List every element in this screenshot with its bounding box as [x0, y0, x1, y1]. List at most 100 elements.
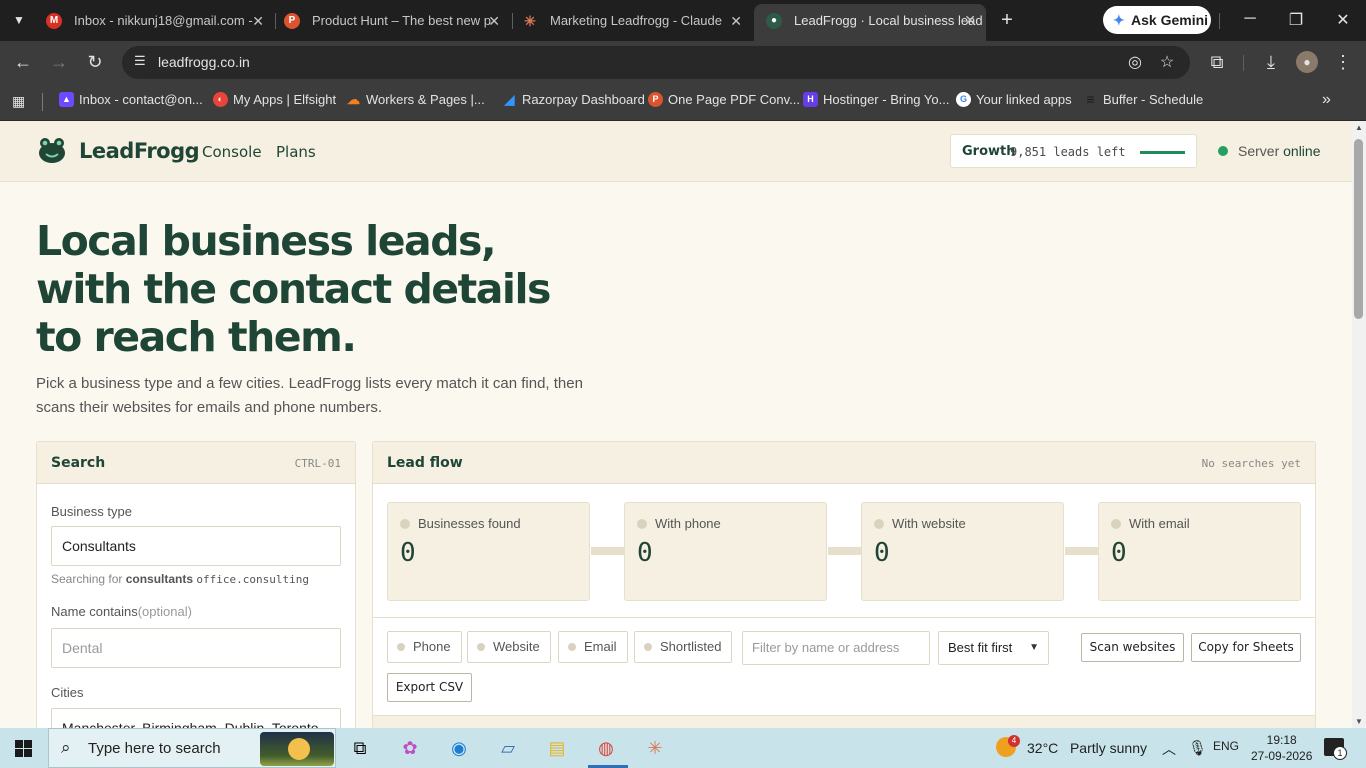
search-panel: Search CTRL-01 Business type Consultants…: [36, 441, 356, 728]
taskbar-search-box[interactable]: ⌕ Type here to search: [48, 728, 336, 768]
close-tab-icon[interactable]: ✕: [252, 6, 264, 36]
filter-chip-shortlisted[interactable]: Shortlisted: [634, 631, 733, 663]
copy-for-sheets-button[interactable]: Copy for Sheets: [1191, 633, 1301, 662]
bookmark-pdf-converter[interactable]: P One Page PDF Conv...: [648, 84, 800, 120]
tab-search-chevron-icon[interactable]: ▼: [8, 10, 30, 30]
results-table-header: [373, 715, 1315, 728]
stat-dot: [637, 519, 647, 529]
microphone-icon[interactable]: 🎙: [1188, 739, 1207, 757]
ask-gemini-button[interactable]: ✦ Ask Gemini: [1103, 6, 1211, 34]
cities-input[interactable]: Manchester, Birmingham, Dublin, Toronto: [51, 708, 341, 728]
proton-mail-icon: ▲: [59, 92, 74, 107]
chip-label: Website: [493, 639, 540, 654]
filter-chip-phone[interactable]: Phone: [387, 631, 462, 663]
browser-toolbar: ← → ↻ ☰ leadfrogg.co.in ◎ ☆ ⧉ ⤓ ● ⋮: [0, 41, 1366, 84]
scroll-thumb[interactable]: [1354, 139, 1363, 319]
url-text[interactable]: leadfrogg.co.in: [158, 46, 250, 79]
tab-product-hunt[interactable]: P Product Hunt – The best new p ✕: [272, 6, 510, 36]
close-tab-icon[interactable]: ✕: [488, 6, 500, 36]
weather-badge: 4: [1008, 735, 1020, 747]
stat-businesses-found: Businesses found 0: [387, 502, 590, 601]
notes-app-icon[interactable]: ▱: [494, 734, 522, 762]
download-icon[interactable]: ⤓: [1260, 51, 1282, 73]
restore-icon[interactable]: ❐: [1286, 10, 1306, 30]
name-contains-input[interactable]: Dental: [51, 628, 341, 668]
razorpay-icon: ◢: [504, 92, 515, 107]
claude-app-icon[interactable]: ✳: [641, 734, 669, 762]
bookmark-star-icon[interactable]: ☆: [1157, 52, 1177, 72]
tab-claude[interactable]: ✳ Marketing Leadfrogg - Claude ✕: [510, 6, 752, 36]
scan-websites-button[interactable]: Scan websites: [1081, 633, 1184, 662]
tab-title: LeadFrogg · Local business lead: [794, 13, 983, 28]
windows-start-icon[interactable]: [15, 740, 32, 757]
tab-title: Inbox - nikkunj18@gmail.com -: [74, 13, 253, 28]
lead-flow-status: No searches yet: [1201, 457, 1301, 470]
tray-chevron-up-icon[interactable]: ︿: [1162, 739, 1176, 759]
close-window-icon[interactable]: ✕: [1333, 10, 1353, 30]
back-icon[interactable]: ←: [12, 51, 34, 73]
bookmark-label: Hostinger - Bring Yo...: [823, 92, 950, 107]
search-highlight-image[interactable]: [260, 732, 334, 766]
leads-progress-bar: [1140, 151, 1185, 154]
plan-usage-box[interactable]: Growth 9,851 leads left: [950, 134, 1197, 168]
stat-label: With website: [892, 516, 966, 531]
tracking-protection-icon[interactable]: ◎: [1125, 52, 1145, 72]
bookmark-label: My Apps | Elfsight: [233, 92, 337, 107]
business-type-input[interactable]: Consultants: [51, 526, 341, 566]
bookmark-proton-inbox[interactable]: ▲ Inbox - contact@on...: [59, 84, 203, 120]
claude-icon: ✳: [524, 13, 536, 29]
nav-console[interactable]: Console: [202, 143, 262, 161]
minimize-icon[interactable]: ─: [1240, 10, 1260, 28]
stat-with-email: With email 0: [1098, 502, 1301, 601]
weather-widget[interactable]: 32°C Partly sunny: [1027, 740, 1147, 756]
language-indicator[interactable]: ENG: [1213, 739, 1239, 753]
bookmark-google-linked-apps[interactable]: G Your linked apps: [956, 84, 1072, 120]
bookmark-elfsight[interactable]: ◐ My Apps | Elfsight: [213, 84, 336, 120]
chip-dot: [397, 643, 405, 651]
profile-avatar-icon[interactable]: ●: [1296, 51, 1318, 73]
nav-plans[interactable]: Plans: [276, 143, 316, 161]
filter-input[interactable]: Filter by name or address: [742, 631, 930, 665]
bookmark-hostinger[interactable]: H Hostinger - Bring Yo...: [803, 84, 949, 120]
sort-select[interactable]: Best fit first ▼: [938, 631, 1049, 665]
more-bookmarks-icon[interactable]: »: [1322, 91, 1331, 109]
cloudflare-icon: ☁: [347, 92, 360, 107]
close-tab-icon[interactable]: ✕: [964, 4, 976, 37]
apps-grid-icon[interactable]: ▦: [12, 93, 25, 110]
scroll-up-icon[interactable]: ▲: [1355, 123, 1363, 132]
filter-chip-website[interactable]: Website: [467, 631, 551, 663]
forward-icon[interactable]: →: [48, 51, 70, 73]
filter-chip-email[interactable]: Email: [558, 631, 628, 663]
chip-label: Phone: [413, 639, 451, 654]
hint-prefix: Searching for: [51, 572, 123, 586]
edge-icon[interactable]: ◉: [445, 734, 473, 762]
brand-name[interactable]: LeadFrogg: [79, 139, 200, 163]
file-explorer-icon[interactable]: ▤: [543, 734, 571, 762]
task-view-icon[interactable]: ⧉: [346, 734, 374, 762]
elfsight-icon: ◐: [213, 92, 228, 107]
reload-icon[interactable]: ↻: [84, 51, 106, 73]
chip-dot: [477, 643, 485, 651]
extensions-icon[interactable]: ⧉: [1206, 51, 1228, 73]
bookmark-cloudflare[interactable]: ☁ Workers & Pages |...: [346, 84, 485, 120]
close-tab-icon[interactable]: ✕: [730, 6, 742, 36]
export-csv-button[interactable]: Export CSV: [387, 673, 472, 702]
scroll-down-icon[interactable]: ▼: [1355, 717, 1363, 726]
tab-leadfrogg[interactable]: ● LeadFrogg · Local business lead ✕: [754, 4, 986, 41]
menu-kebab-icon[interactable]: ⋮: [1332, 51, 1354, 73]
bookmark-buffer[interactable]: ≡ Buffer - Schedule: [1083, 84, 1203, 120]
system-clock[interactable]: 19:18 27-09-2026: [1251, 732, 1312, 764]
copilot-icon[interactable]: ✿: [396, 734, 424, 762]
tab-title: Marketing Leadfrogg - Claude: [550, 13, 722, 28]
tab-gmail[interactable]: M Inbox - nikkunj18@gmail.com - ✕: [34, 6, 274, 36]
bookmark-razorpay[interactable]: ◢ Razorpay Dashboard: [502, 84, 645, 120]
address-bar[interactable]: ☰ leadfrogg.co.in ◎ ☆: [122, 46, 1190, 79]
new-tab-icon[interactable]: +: [996, 9, 1018, 32]
optional-tag: (optional): [137, 604, 192, 619]
leadfrogg-logo-icon[interactable]: [38, 137, 66, 163]
site-info-icon[interactable]: ☰: [134, 53, 146, 69]
toolbar-separator: [1243, 55, 1244, 71]
buffer-icon: ≡: [1086, 91, 1095, 107]
chrome-icon[interactable]: ◍: [592, 734, 620, 762]
page-scrollbar[interactable]: ▲ ▼: [1352, 121, 1366, 728]
